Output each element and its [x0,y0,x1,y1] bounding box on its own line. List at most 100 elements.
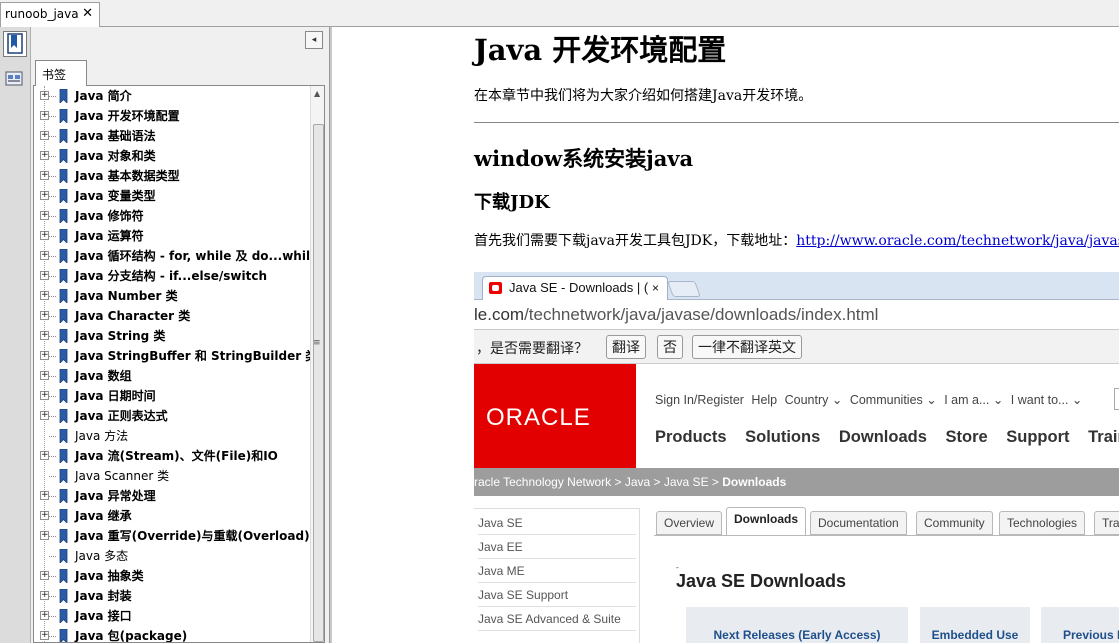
document-page: Java 开发环境配置 在本章节中我们将为大家介绍如何搭建Java开发环境。 w… [332,27,1119,643]
bookmark-label: Java 正则表达式 [75,409,168,423]
expand-icon[interactable]: + [40,351,49,360]
bookmark-item[interactable]: + Java 日期时间 [34,386,310,406]
bookmark-label: Java Character 类 [75,309,191,323]
bookmark-label: Java 循环结构 - for, while 及 do...while [75,249,319,263]
bookmark-tree-scrollbar[interactable]: ▲ ≡ [310,86,324,642]
bookmark-label: Java 方法 [75,429,129,443]
bookmark-item[interactable]: + Java 开发环境配置 [34,106,310,126]
expand-icon[interactable]: + [40,631,49,640]
navigation-strip [0,27,31,643]
bookmark-item[interactable]: + Java 变量类型 [34,186,310,206]
expand-icon[interactable]: + [40,91,49,100]
expand-icon[interactable]: + [40,211,49,220]
bookmark-item[interactable]: + Java 包(package) [34,626,310,643]
bookmark-item[interactable]: + Java 分支结构 - if...else/switch [34,266,310,286]
bookmark-icon [59,449,68,463]
bookmark-item[interactable]: + Java String 类 [34,326,310,346]
expand-icon[interactable]: + [40,131,49,140]
expand-icon[interactable]: + [40,371,49,380]
expand-icon[interactable]: + [40,571,49,580]
sidenav-item: Java SE Advanced & Suite [478,607,636,631]
tree-connector [49,376,56,377]
expand-icon[interactable]: + [40,591,49,600]
thumbnails-icon [5,71,23,86]
bookmark-item[interactable]: + Java 流(Stream)、文件(File)和IO [34,446,310,466]
bookmark-item[interactable]: + Java 封装 [34,586,310,606]
bookmark-label: Java 包(package) [75,629,188,643]
expand-icon[interactable]: + [40,191,49,200]
scrollbar-grip-icon: ≡ [313,338,321,348]
tree-connector [49,636,56,637]
bookmark-item[interactable]: + Java 重写(Override)与重载(Overload) [34,526,310,546]
expand-icon[interactable]: + [40,491,49,500]
bookmark-item[interactable]: Java 方法 [34,426,310,446]
expand-icon[interactable]: + [40,111,49,120]
bookmark-icon [59,549,68,563]
bookmark-item[interactable]: Java 多态 [34,546,310,566]
close-tab-icon[interactable]: ✕ [82,3,93,25]
bookmark-icon [59,309,68,323]
browser-tab-close-icon: × [651,281,659,295]
bookmark-item[interactable]: + Java 修饰符 [34,206,310,226]
scroll-up-arrow-icon[interactable]: ▲ [314,89,320,98]
no-translate-button: 否 [657,335,683,359]
bookmarks-panel-button[interactable] [3,31,27,57]
tree-connector [49,396,56,397]
bookmark-icon [59,369,68,383]
expand-icon[interactable]: + [40,511,49,520]
tree-connector [49,296,56,297]
expand-icon[interactable]: + [40,151,49,160]
jdk-download-link[interactable]: http://www.oracle.com/technetwork/java/j… [796,233,1119,249]
expand-icon[interactable]: + [40,451,49,460]
bookmark-item[interactable]: + Java 基础语法 [34,126,310,146]
expand-icon[interactable]: + [40,311,49,320]
document-tab[interactable]: runoob_java ✕ [0,2,100,27]
bookmark-item[interactable]: + Java Number 类 [34,286,310,306]
bookmark-label: Java 数组 [75,369,132,383]
expand-icon[interactable]: + [40,231,49,240]
expand-icon[interactable]: + [40,251,49,260]
content-tab: Training [1094,511,1119,535]
bookmark-item[interactable]: + Java 基本数据类型 [34,166,310,186]
bookmark-item[interactable]: + Java 继承 [34,506,310,526]
expand-icon[interactable]: + [40,531,49,540]
collapse-panel-button[interactable]: ◂ [305,31,323,49]
bookmark-item[interactable]: + Java 对象和类 [34,146,310,166]
tree-connector [49,476,56,477]
tree-connector [49,116,56,117]
expand-icon[interactable]: + [40,411,49,420]
bookmark-item[interactable]: + Java 循环结构 - for, while 及 do...while [34,246,318,266]
bookmark-item[interactable]: + Java Character 类 [34,306,310,326]
bookmark-icon [59,629,68,642]
expand-icon[interactable]: + [40,171,49,180]
bookmark-icon [59,269,68,283]
bookmarks-tab[interactable]: 书签 [35,60,87,86]
bookmark-item[interactable]: + Java 异常处理 [34,486,310,506]
expand-icon[interactable]: + [40,291,49,300]
expand-icon[interactable]: + [40,271,49,280]
expand-icon[interactable]: + [40,611,49,620]
bookmark-item[interactable]: + Java 数组 [34,366,310,386]
pdf-reader-window: runoob_java ✕ ◂ 书签 + Java 简介 + Java 开发环境配置 +… [0,0,1119,643]
bookmark-item[interactable]: + Java 简介 [34,86,310,106]
bookmark-icon [59,89,68,103]
bookmark-label: Java Scanner 类 [75,469,170,483]
bookmark-item[interactable]: + Java 抽象类 [34,566,310,586]
bookmark-label: Java 简介 [75,89,132,103]
bookmark-item[interactable]: + Java 接口 [34,606,310,626]
bookmark-item[interactable]: + Java 正则表达式 [34,406,310,426]
expand-icon[interactable]: + [40,391,49,400]
never-translate-button: 一律不翻译英文 [692,335,802,359]
bookmark-label: Java 基础语法 [75,129,156,143]
scrollbar-thumb[interactable] [313,124,324,642]
download-card: Previous Releases [1041,607,1119,643]
bookmark-item[interactable]: + Java 运算符 [34,226,310,246]
page-thumbnails-button[interactable] [3,67,27,93]
expand-icon[interactable]: + [40,331,49,340]
topnav-item: Help [751,393,778,407]
content-tab: Documentation [810,511,907,535]
bookmark-item[interactable]: + Java StringBuffer 和 StringBuilder 类 [34,346,317,366]
bookmark-item[interactable]: Java Scanner 类 [34,466,310,486]
bookmark-label: Java Number 类 [75,289,178,303]
bookmark-label: Java 日期时间 [75,389,156,403]
